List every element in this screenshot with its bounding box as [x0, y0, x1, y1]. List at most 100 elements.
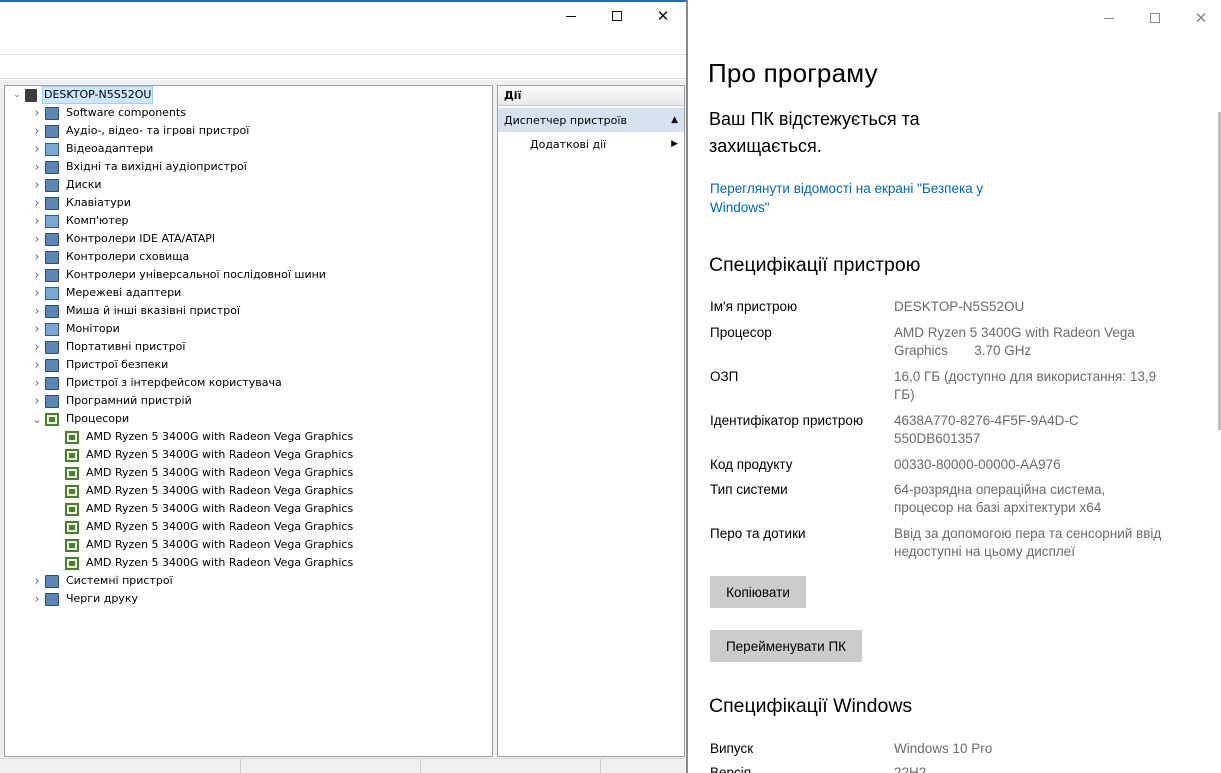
device-tree[interactable]: ⌄ DESKTOP-N5S52OU › Software components › А…: [4, 85, 493, 757]
maximize-button[interactable]: [1132, 6, 1178, 30]
spec-value: 00330-80000-00000-AA976: [894, 457, 1061, 472]
tree-root-label: DESKTOP-N5S52OU: [42, 86, 154, 104]
expand-chevron-icon[interactable]: ›: [29, 248, 45, 266]
tree-category-label: Пристрої безпеки: [66, 358, 169, 371]
tree-category[interactable]: › Програмний пристрій: [29, 392, 194, 410]
tree-category[interactable]: › Комп'ютер: [29, 212, 130, 230]
expand-chevron-icon[interactable]: ›: [29, 284, 45, 302]
expand-chevron-icon[interactable]: ›: [29, 122, 45, 140]
device-manager-body: ⌄ DESKTOP-N5S52OU › Software components › А…: [0, 80, 686, 760]
spec-value: DESKTOP-N5S52OU: [894, 299, 1025, 314]
processor-item[interactable]: AMD Ryzen 5 3400G with Radeon Vega Graph…: [65, 464, 355, 482]
expand-chevron-icon[interactable]: ›: [29, 302, 45, 320]
actions-pane: Дії Диспетчер пристроїв ▲ Додаткові дії …: [497, 85, 685, 757]
processor-item[interactable]: AMD Ryzen 5 3400G with Radeon Vega Graph…: [65, 536, 355, 554]
tree-category[interactable]: › Відеоадаптери: [29, 140, 155, 158]
tree-category[interactable]: › Вхідні та вихідні аудіопристрої: [29, 158, 249, 176]
close-button[interactable]: ✕: [1178, 6, 1221, 30]
tree-category-label: Програмний пристрій: [66, 394, 192, 407]
tree-category[interactable]: › Портативні пристрої: [29, 338, 187, 356]
tree-category[interactable]: › Аудіо-, відео- та ігрові пристрої: [29, 122, 251, 140]
disk-drive-icon: [45, 178, 59, 192]
spec-value: AMD Ryzen 5 3400G with Radeon Vega Graph…: [894, 325, 1139, 358]
status-divider: [600, 759, 601, 773]
expand-chevron-icon[interactable]: ›: [29, 356, 45, 374]
tree-category-label: Пристрої з інтерфейсом користувача: [66, 376, 282, 389]
minimize-button[interactable]: [548, 4, 594, 28]
tree-category-label: Миша й інші вказівні пристрої: [66, 304, 241, 317]
mouse-icon: [45, 304, 59, 318]
collapse-up-icon[interactable]: ▲: [671, 115, 678, 125]
spec-key: Випуск: [710, 741, 754, 756]
more-actions-item[interactable]: Додаткові дії ▶: [498, 132, 684, 156]
processor-item[interactable]: AMD Ryzen 5 3400G with Radeon Vega Graph…: [65, 446, 355, 464]
expand-chevron-icon[interactable]: ›: [29, 230, 45, 248]
keyboard-icon: [45, 196, 59, 210]
tree-category[interactable]: › Контролери IDE ATA/ATAPI: [29, 230, 217, 248]
copy-button[interactable]: Копіювати: [710, 576, 806, 608]
expand-chevron-icon[interactable]: ›: [29, 158, 45, 176]
expand-chevron-icon[interactable]: ›: [29, 104, 45, 122]
tree-category-label: Відеоадаптери: [66, 142, 154, 155]
tree-category-label: Software components: [66, 106, 186, 119]
spec-value: 22H2: [894, 765, 927, 773]
processor-label: AMD Ryzen 5 3400G with Radeon Vega Graph…: [86, 484, 354, 497]
tree-category[interactable]: › Software components: [29, 104, 188, 122]
hid-device-icon: [45, 376, 59, 390]
monitor-icon: [45, 322, 59, 336]
tree-category[interactable]: › Монітори: [29, 320, 122, 338]
tree-category[interactable]: › Контролери універсальної послідовної ши…: [29, 266, 328, 284]
spec-key: ОЗП: [710, 369, 739, 384]
tree-root[interactable]: ⌄ DESKTOP-N5S52OU: [9, 86, 154, 104]
expand-chevron-icon[interactable]: ›: [29, 374, 45, 392]
processor-item[interactable]: AMD Ryzen 5 3400G with Radeon Vega Graph…: [65, 518, 355, 536]
processor-icon: [65, 448, 79, 462]
maximize-button[interactable]: [594, 4, 640, 28]
tree-category[interactable]: › Мережеві адаптери: [29, 284, 183, 302]
expand-chevron-icon[interactable]: ›: [29, 338, 45, 356]
tree-category[interactable]: › Пристрої безпеки: [29, 356, 170, 374]
tree-category[interactable]: › Системні пристрої: [29, 572, 175, 590]
expand-chevron-icon[interactable]: ›: [29, 194, 45, 212]
expand-chevron-icon[interactable]: ›: [29, 320, 45, 338]
print-queue-icon: [45, 592, 59, 606]
tree-category-label: Системні пристрої: [66, 574, 173, 587]
security-link[interactable]: Переглянути відомості на екрані "Безпека…: [710, 179, 1010, 217]
tree-category-label: Процесори: [66, 412, 130, 425]
expand-chevron-icon[interactable]: ›: [29, 176, 45, 194]
tree-category-label: Комп'ютер: [66, 214, 129, 227]
spec-value: Windows 10 Pro: [894, 741, 993, 756]
computer-root-icon: [25, 88, 37, 102]
expand-chevron-icon[interactable]: ›: [29, 572, 45, 590]
tree-category-label: Диски: [66, 178, 102, 191]
close-button[interactable]: ✕: [640, 4, 686, 28]
tree-category[interactable]: › Клавіатури: [29, 194, 133, 212]
submenu-arrow-icon: ▶: [671, 139, 678, 149]
tree-category[interactable]: › Миша й інші вказівні пристрої: [29, 302, 242, 320]
device-specs-heading: Специфікації пристрою: [709, 254, 921, 276]
actions-group-device-manager[interactable]: Диспетчер пристроїв ▲: [498, 108, 684, 132]
processor-item[interactable]: AMD Ryzen 5 3400G with Radeon Vega Graph…: [65, 554, 355, 572]
expand-chevron-icon[interactable]: ›: [29, 590, 45, 608]
expand-chevron-icon[interactable]: ›: [29, 212, 45, 230]
tree-category[interactable]: › Контролери сховища: [29, 248, 191, 266]
rename-pc-button[interactable]: Перейменувати ПК: [710, 630, 862, 662]
collapse-chevron-icon[interactable]: ⌄: [29, 410, 45, 428]
spec-key: Процесор: [710, 325, 772, 340]
expand-chevron-icon[interactable]: ›: [29, 140, 45, 158]
expand-chevron-icon[interactable]: ›: [29, 266, 45, 284]
tree-category[interactable]: › Диски: [29, 176, 104, 194]
expand-chevron-icon[interactable]: ›: [29, 392, 45, 410]
processor-item[interactable]: AMD Ryzen 5 3400G with Radeon Vega Graph…: [65, 500, 355, 518]
processor-item[interactable]: AMD Ryzen 5 3400G with Radeon Vega Graph…: [65, 482, 355, 500]
tree-category[interactable]: › Черги друку: [29, 590, 140, 608]
processor-item[interactable]: AMD Ryzen 5 3400G with Radeon Vega Graph…: [65, 428, 355, 446]
menu-bar: [0, 33, 686, 55]
minimize-button[interactable]: [1086, 6, 1132, 30]
tree-category[interactable]: ⌄ Процесори: [29, 410, 131, 428]
tree-category[interactable]: › Пристрої з інтерфейсом користувача: [29, 374, 284, 392]
collapse-chevron-icon[interactable]: ⌄: [9, 86, 25, 104]
system-device-icon: [45, 574, 59, 588]
tree-category-label: Мережеві адаптери: [66, 286, 182, 299]
processor-label: AMD Ryzen 5 3400G with Radeon Vega Graph…: [86, 520, 354, 533]
